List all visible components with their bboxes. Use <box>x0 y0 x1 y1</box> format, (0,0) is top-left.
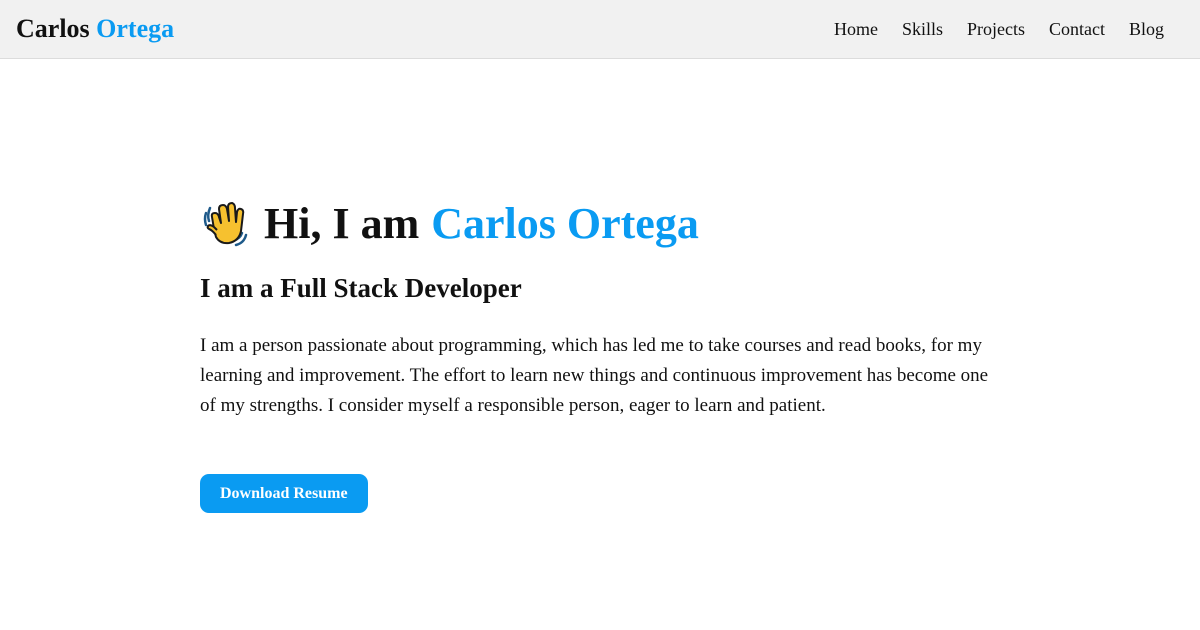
nav-item-projects: Projects <box>967 19 1025 40</box>
brand-logo[interactable]: Carlos Ortega <box>16 14 174 44</box>
navbar: Carlos Ortega Home Skills Projects Conta… <box>0 0 1200 59</box>
nav-item-home: Home <box>834 19 878 40</box>
hero-greeting: Hi, I am <box>264 199 420 248</box>
nav-item-blog: Blog <box>1129 19 1164 40</box>
hero-bio: I am a person passionate about programmi… <box>200 335 989 416</box>
nav-link-home[interactable]: Home <box>834 19 878 39</box>
nav-menu: Home Skills Projects Contact Blog <box>834 19 1164 40</box>
hero-subtitle: I am a Full Stack Developer <box>200 273 522 303</box>
brand-last-name: Ortega <box>96 14 175 43</box>
hero-name: Carlos Ortega <box>431 199 699 248</box>
nav-link-projects[interactable]: Projects <box>967 19 1025 39</box>
nav-item-skills: Skills <box>902 19 943 40</box>
nav-link-contact[interactable]: Contact <box>1049 19 1105 39</box>
nav-link-skills[interactable]: Skills <box>902 19 943 39</box>
download-resume-button[interactable]: Download Resume <box>200 474 368 513</box>
hero-title: Hi, I am Carlos Ortega <box>200 195 1020 253</box>
nav-link-blog[interactable]: Blog <box>1129 19 1164 39</box>
waving-hand-icon <box>200 199 250 249</box>
brand-first-name: Carlos <box>16 14 90 43</box>
nav-item-contact: Contact <box>1049 19 1105 40</box>
hero-section: Hi, I am Carlos Ortega I am a Full Stack… <box>200 195 1020 513</box>
